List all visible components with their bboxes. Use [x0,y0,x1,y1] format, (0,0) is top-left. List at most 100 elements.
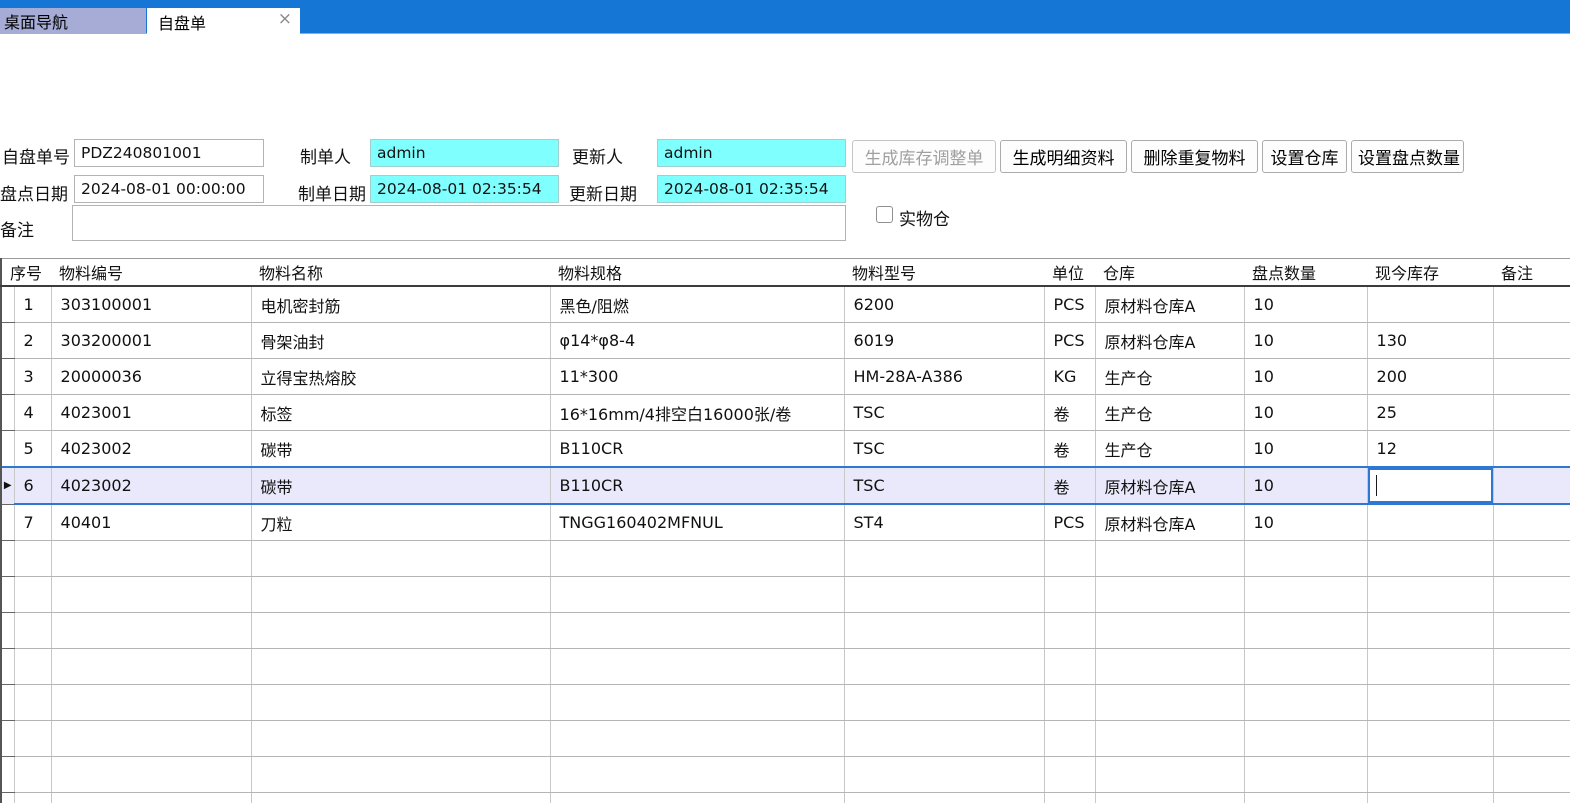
cell-stock[interactable] [1367,504,1493,541]
cell-model[interactable]: TSC [844,467,1044,504]
cell-name[interactable]: 刀粒 [251,504,550,541]
cell-code[interactable]: 4023001 [51,395,251,431]
table-row[interactable]: 740401刀粒TNGG160402MFNULST4PCS原材料仓库A10 [1,504,1570,541]
col-header-9[interactable]: 备注 [1493,259,1570,287]
cell-stock[interactable]: 200 [1367,359,1493,395]
table-row[interactable]: 2303200001骨架油封φ14*φ8-46019PCS原材料仓库A10130 [1,323,1570,359]
col-header-2[interactable]: 物料名称 [251,259,550,287]
tab-desktop-navigation[interactable]: 桌面导航 [0,8,146,34]
delete-duplicate-button[interactable]: 删除重复物料 [1131,140,1258,173]
cell-code[interactable]: 20000036 [51,359,251,395]
cell-warehouse[interactable]: 原材料仓库A [1095,504,1244,541]
table-row[interactable]: 320000036立得宝热熔胶11*300HM-28A-A386KG生产仓102… [1,359,1570,395]
update-date-input[interactable] [657,175,846,203]
inventory-date-input[interactable] [74,175,264,203]
row-indicator [1,649,14,685]
col-header-1[interactable]: 物料编号 [51,259,251,287]
cell-stock[interactable]: 12 [1367,431,1493,468]
cell-model[interactable]: 6200 [844,286,1044,323]
cell-unit[interactable]: KG [1044,359,1095,395]
cell-name[interactable]: 标签 [251,395,550,431]
generate-detail-button[interactable]: 生成明细资料 [1000,140,1127,173]
col-header-4[interactable]: 物料型号 [844,259,1044,287]
make-date-input[interactable] [370,175,559,203]
cell-spec[interactable]: TNGG160402MFNUL [550,504,844,541]
cell-count[interactable]: 10 [1244,395,1367,431]
col-header-8[interactable]: 现今库存 [1367,259,1493,287]
generate-adjustment-button[interactable]: 生成库存调整单 [852,140,996,173]
table-row[interactable]: 1303100001电机密封筋黑色/阻燃6200PCS原材料仓库A10 [1,286,1570,323]
cell-name[interactable]: 碳带 [251,431,550,468]
cell-spec[interactable]: 黑色/阻燃 [550,286,844,323]
cell-stock[interactable]: 25 [1367,395,1493,431]
col-header-7[interactable]: 盘点数量 [1244,259,1367,287]
cell-model[interactable]: TSC [844,395,1044,431]
cell-count[interactable]: 10 [1244,323,1367,359]
col-header-6[interactable]: 仓库 [1095,259,1244,287]
col-header-seq[interactable]: 序号 [1,259,51,287]
cell-stock[interactable] [1367,286,1493,323]
cell-remark[interactable] [1493,467,1570,504]
set-count-button[interactable]: 设置盘点数量 [1351,140,1464,173]
cell-remark[interactable] [1493,504,1570,541]
cell-spec[interactable]: B110CR [550,467,844,504]
cell-stock[interactable]: 130 [1367,323,1493,359]
cell-warehouse[interactable]: 生产仓 [1095,431,1244,468]
cell-count[interactable]: 10 [1244,286,1367,323]
table-row[interactable]: 54023002碳带B110CRTSC卷生产仓1012 [1,431,1570,468]
cell-model[interactable]: HM-28A-A386 [844,359,1044,395]
table-row[interactable]: 44023001标签16*16mm/4排空白16000张/卷TSC卷生产仓102… [1,395,1570,431]
cell-unit[interactable]: 卷 [1044,467,1095,504]
order-no-input[interactable] [74,139,264,167]
cell-code[interactable]: 4023002 [51,431,251,468]
cell-name[interactable]: 骨架油封 [251,323,550,359]
cell-warehouse[interactable]: 原材料仓库A [1095,467,1244,504]
empty-cell [1244,613,1367,649]
remark-input[interactable] [72,205,846,241]
cell-unit[interactable]: PCS [1044,323,1095,359]
tab-self-inventory[interactable]: 自盘单 × [147,8,300,36]
col-header-5[interactable]: 单位 [1044,259,1095,287]
cell-remark[interactable] [1493,359,1570,395]
cell-model[interactable]: 6019 [844,323,1044,359]
cell-code[interactable]: 303100001 [51,286,251,323]
cell-spec[interactable]: 11*300 [550,359,844,395]
cell-count[interactable]: 10 [1244,467,1367,504]
cell-stock[interactable] [1367,467,1493,504]
stock-edit-box[interactable] [1368,468,1493,503]
cell-name[interactable]: 碳带 [251,467,550,504]
cell-warehouse[interactable]: 原材料仓库A [1095,323,1244,359]
col-header-3[interactable]: 物料规格 [550,259,844,287]
set-warehouse-button[interactable]: 设置仓库 [1262,140,1347,173]
cell-unit[interactable]: PCS [1044,286,1095,323]
cell-remark[interactable] [1493,431,1570,468]
updater-input[interactable] [657,139,846,167]
cell-code[interactable]: 40401 [51,504,251,541]
cell-warehouse[interactable]: 生产仓 [1095,395,1244,431]
cell-name[interactable]: 立得宝热熔胶 [251,359,550,395]
close-icon[interactable]: × [278,11,292,28]
maker-input[interactable] [370,139,559,167]
cell-count[interactable]: 10 [1244,359,1367,395]
cell-warehouse[interactable]: 生产仓 [1095,359,1244,395]
cell-model[interactable]: TSC [844,431,1044,468]
cell-unit[interactable]: 卷 [1044,395,1095,431]
cell-spec[interactable]: 16*16mm/4排空白16000张/卷 [550,395,844,431]
cell-name[interactable]: 电机密封筋 [251,286,550,323]
cell-count[interactable]: 10 [1244,431,1367,468]
cell-code[interactable]: 303200001 [51,323,251,359]
cell-remark[interactable] [1493,286,1570,323]
cell-remark[interactable] [1493,395,1570,431]
physical-warehouse-checkbox[interactable] [876,206,893,223]
cell-warehouse[interactable]: 原材料仓库A [1095,286,1244,323]
cell-model[interactable]: ST4 [844,504,1044,541]
cell-spec[interactable]: φ14*φ8-4 [550,323,844,359]
cell-remark[interactable] [1493,323,1570,359]
table-row[interactable]: ▶64023002碳带B110CRTSC卷原材料仓库A10 [1,467,1570,504]
cell-unit[interactable]: PCS [1044,504,1095,541]
cell-unit[interactable]: 卷 [1044,431,1095,468]
cell-spec[interactable]: B110CR [550,431,844,468]
cell-count[interactable]: 10 [1244,504,1367,541]
empty-cell [51,541,251,577]
cell-code[interactable]: 4023002 [51,467,251,504]
